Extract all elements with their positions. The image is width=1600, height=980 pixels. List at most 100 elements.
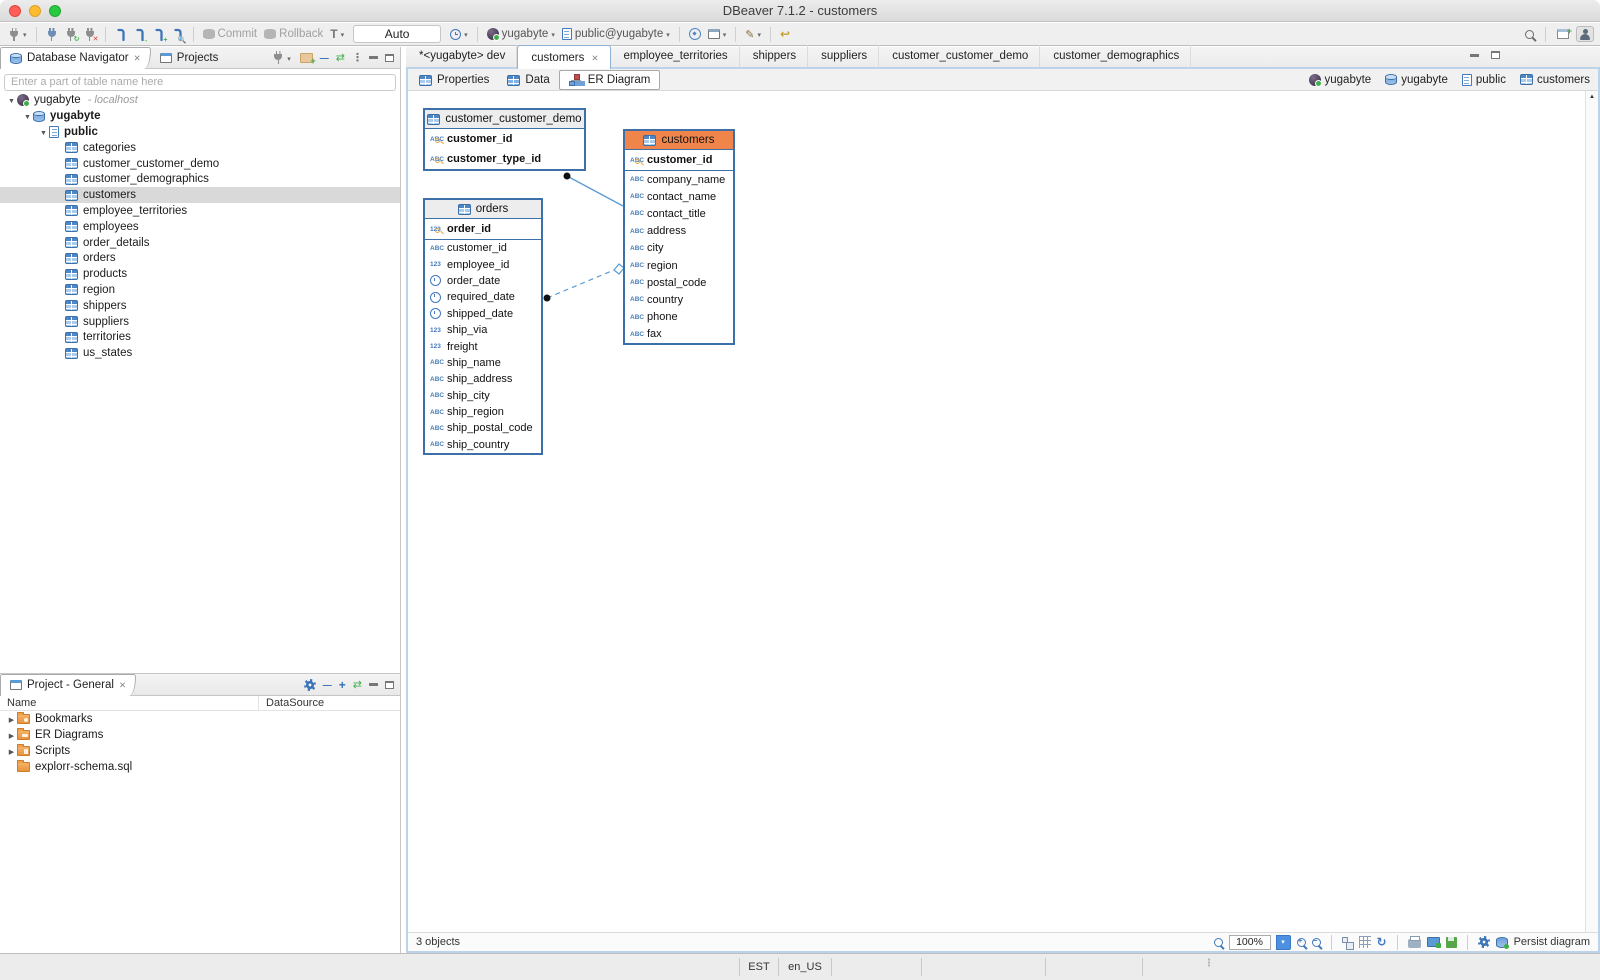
zoom-out-icon[interactable]: − xyxy=(1312,938,1321,947)
entity-column[interactable]: address xyxy=(625,223,733,240)
entity-header[interactable]: customer_customer_demo xyxy=(425,110,584,129)
persist-diagram-label[interactable]: Persist diagram xyxy=(1514,936,1590,948)
back-navigation-button[interactable] xyxy=(778,26,792,42)
tree-table-row[interactable]: orders xyxy=(0,250,400,266)
diagram-settings-icon[interactable] xyxy=(1478,936,1490,948)
save-as-image-icon[interactable] xyxy=(1427,937,1440,947)
editor-tab[interactable]: customer_demographics xyxy=(1040,45,1191,67)
new-connection-button[interactable] xyxy=(6,27,29,42)
tree-database-row[interactable]: yugabyte xyxy=(0,108,400,124)
expand-arrow-icon[interactable] xyxy=(6,94,17,106)
entity-column[interactable]: region xyxy=(625,257,733,274)
tree-table-row[interactable]: territories xyxy=(0,329,400,345)
toggle-grid-icon[interactable] xyxy=(1359,936,1371,948)
search-in-diagram-icon[interactable] xyxy=(1214,938,1223,947)
entity-column[interactable]: employee_id xyxy=(425,256,541,272)
new-folder-icon[interactable] xyxy=(300,53,313,63)
locale-indicator[interactable]: en_US xyxy=(779,954,831,980)
editor-subtab[interactable]: Properties xyxy=(410,70,498,90)
statusbar-drag-handle[interactable]: ⋮ xyxy=(1204,958,1213,969)
collapse-arrow-icon[interactable] xyxy=(6,745,17,757)
entity-column[interactable]: ship_country xyxy=(425,437,541,453)
transaction-log-button[interactable] xyxy=(448,27,470,41)
zoom-level-input[interactable] xyxy=(1229,935,1271,950)
window-layout-button[interactable] xyxy=(706,27,729,41)
maximize-view-icon[interactable] xyxy=(385,54,394,62)
entity-column[interactable]: ship_via xyxy=(425,322,541,338)
scroll-up-icon[interactable]: ▲ xyxy=(1586,91,1598,100)
column-header-name[interactable]: Name xyxy=(0,697,258,709)
entity-column[interactable]: country xyxy=(625,291,733,308)
entity-column[interactable]: postal_code xyxy=(625,274,733,291)
vertical-scrollbar[interactable]: ▲ xyxy=(1585,91,1598,932)
entity-box[interactable]: customers customer_id xyxy=(623,129,735,345)
tab-database-navigator[interactable]: Database Navigator xyxy=(0,47,151,69)
collapse-arrow-icon[interactable] xyxy=(6,729,17,741)
breadcrumb-item[interactable]: public xyxy=(1462,74,1506,86)
tree-table-row[interactable]: products xyxy=(0,266,400,282)
maximize-view-icon[interactable] xyxy=(1491,51,1500,59)
disconnect-button[interactable]: ✕ xyxy=(82,27,98,42)
project-item-row[interactable]: ER Diagrams xyxy=(0,727,400,743)
expand-all-icon[interactable] xyxy=(339,678,346,692)
entity-column[interactable]: customer_type_id xyxy=(425,149,584,169)
tree-table-row[interactable]: region xyxy=(0,282,400,298)
minimize-view-icon[interactable] xyxy=(369,683,378,686)
gear-icon[interactable] xyxy=(304,679,316,691)
new-sql-editor-button[interactable]: + xyxy=(151,27,167,42)
entity-column[interactable]: contact_title xyxy=(625,205,733,222)
entity-column[interactable]: required_date xyxy=(425,289,541,305)
editor-tab[interactable]: *<yugabyte> dev xyxy=(406,45,517,67)
editor-subtab[interactable]: Data xyxy=(498,70,558,90)
project-item-row[interactable]: Scripts xyxy=(0,743,400,759)
editor-subtab[interactable]: ER Diagram xyxy=(559,70,661,90)
collapse-arrow-icon[interactable] xyxy=(6,713,17,725)
reconnect-button[interactable]: ↻ xyxy=(63,27,79,42)
entity-column[interactable]: ship_name xyxy=(425,355,541,371)
commit-button[interactable]: Commit xyxy=(201,27,260,41)
collapse-all-icon[interactable] xyxy=(320,52,329,64)
recent-sql-editor-button[interactable]: → xyxy=(132,27,148,42)
project-item-row[interactable]: explorr-schema.sql xyxy=(0,759,400,775)
entity-column[interactable]: ship_address xyxy=(425,371,541,387)
breadcrumb-item[interactable]: yugabyte xyxy=(1309,74,1372,86)
entity-column[interactable]: ship_region xyxy=(425,404,541,420)
entity-column[interactable]: contact_name xyxy=(625,188,733,205)
entity-column[interactable]: fax xyxy=(625,326,733,343)
tree-table-row[interactable]: customer_customer_demo xyxy=(0,156,400,172)
entity-box[interactable]: orders order_id xyxy=(423,198,543,455)
editor-tab[interactable]: employee_territories xyxy=(611,45,740,67)
minimize-view-icon[interactable] xyxy=(369,56,378,59)
entity-header[interactable]: customers xyxy=(625,131,733,150)
open-perspective-button[interactable] xyxy=(1555,28,1571,40)
connect-button[interactable] xyxy=(44,27,60,42)
tree-schema-row[interactable]: public xyxy=(0,124,400,140)
entity-column[interactable]: phone xyxy=(625,309,733,326)
entity-column[interactable]: freight xyxy=(425,338,541,354)
tree-table-row[interactable]: employees xyxy=(0,219,400,235)
open-sql-script-button[interactable]: 🔍 xyxy=(170,27,186,42)
tree-table-row[interactable]: us_states xyxy=(0,345,400,361)
refresh-diagram-icon[interactable] xyxy=(1377,935,1387,949)
tree-table-row[interactable]: employee_territories xyxy=(0,203,400,219)
persist-diagram-icon[interactable] xyxy=(1496,937,1508,948)
format-button[interactable] xyxy=(743,27,763,42)
close-icon[interactable] xyxy=(591,52,598,64)
minimize-view-icon[interactable] xyxy=(1470,54,1479,57)
transaction-mode-button[interactable] xyxy=(328,26,346,42)
sql-editor-button[interactable] xyxy=(113,27,129,42)
entity-column[interactable]: ship_city xyxy=(425,388,541,404)
tree-table-row[interactable]: shippers xyxy=(0,298,400,314)
project-item-row[interactable]: Bookmarks xyxy=(0,711,400,727)
timezone-indicator[interactable]: EST xyxy=(740,954,778,980)
tree-table-row[interactable]: customers xyxy=(0,187,400,203)
close-icon[interactable] xyxy=(134,52,141,64)
entity-box[interactable]: customer_customer_demo customer_id xyxy=(423,108,586,171)
collapse-all-icon[interactable] xyxy=(323,679,332,691)
tab-project-general[interactable]: Project - General xyxy=(0,674,136,696)
connection-selector[interactable]: yugabyte xyxy=(485,27,557,41)
er-diagram-canvas[interactable]: customer_customer_demo customer_id xyxy=(408,91,1598,932)
autocommit-select[interactable]: Auto xyxy=(353,25,441,43)
link-with-editor-icon[interactable] xyxy=(336,51,345,64)
entity-column[interactable]: customer_id xyxy=(625,150,733,170)
